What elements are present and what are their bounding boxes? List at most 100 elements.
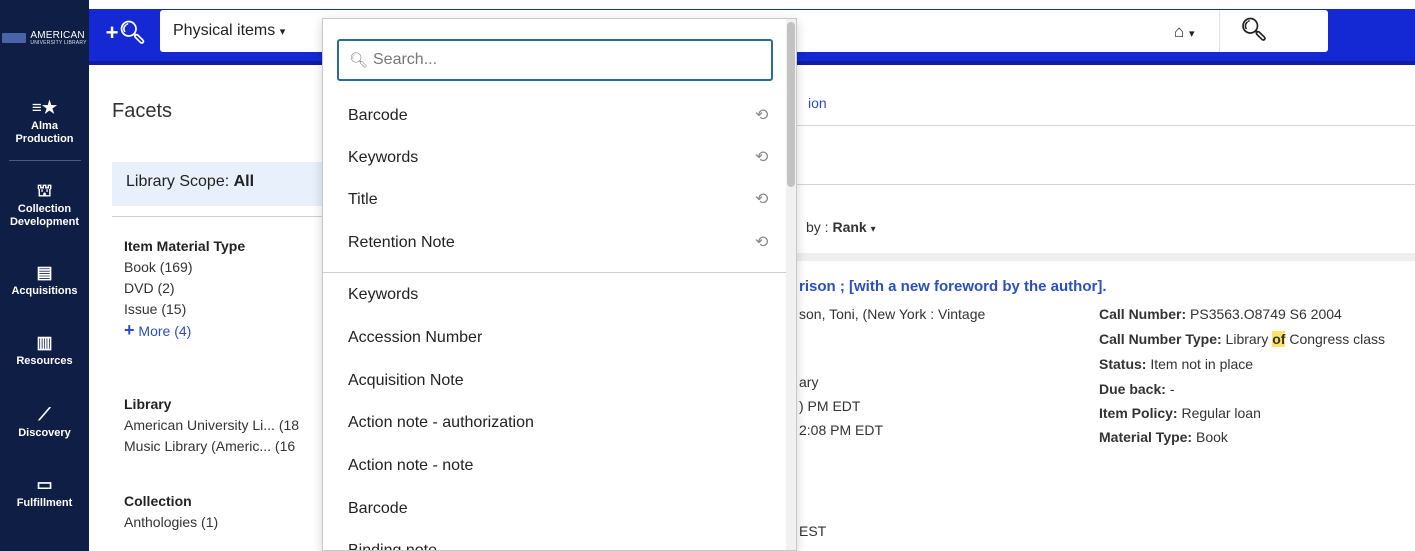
rail-item-label: Discovery: [18, 427, 71, 439]
sort-control[interactable]: by : Rank ▾: [806, 219, 876, 235]
facet-item[interactable]: Anthologies (1): [124, 512, 218, 533]
detail-label: Material Type:: [1099, 429, 1193, 445]
detail-item-policy: Item Policy: Regular loan: [1099, 405, 1261, 421]
record-line: ) PM EDT: [799, 398, 861, 414]
caret-down-icon: ▾: [870, 224, 876, 235]
library-scope-filter[interactable]: Library Scope: All: [112, 162, 324, 206]
recent-field-item[interactable]: Barcode: [348, 107, 408, 125]
rail-item-resources[interactable]: ▥ Resources: [0, 323, 89, 393]
starred-list-icon: ≡★: [31, 98, 58, 117]
field-option[interactable]: Action note - note: [348, 457, 473, 475]
detail-label: Item Policy:: [1099, 405, 1178, 421]
rail-item-label: Fulfillment: [16, 497, 73, 509]
recent-field-item[interactable]: Keywords: [348, 149, 418, 167]
dropdown-scrollbar[interactable]: [786, 19, 796, 550]
field-option[interactable]: Action note - authorization: [348, 414, 534, 432]
ledger-icon: ▤: [36, 263, 53, 282]
divider: [794, 125, 1415, 126]
caret-down-icon: ▾: [1189, 28, 1195, 40]
rail-item-label: Alma Production: [15, 120, 74, 145]
facet-group-title[interactable]: Item Material Type: [124, 236, 245, 257]
detail-call-number: Call Number: PS3563.O8749 S6 2004: [1099, 306, 1342, 322]
field-option[interactable]: Keywords: [348, 286, 418, 304]
sort-label: by :: [806, 219, 829, 235]
detail-value: PS3563.O8749 S6 2004: [1190, 306, 1342, 322]
facets-panel: Facets Library Scope: All Item Material …: [89, 76, 324, 551]
field-option[interactable]: Binding note: [348, 542, 437, 550]
detail-value: -: [1169, 381, 1175, 397]
history-icon: ⟲: [755, 191, 769, 208]
archive-box-icon: ▭: [36, 475, 53, 494]
library-scope-label: Library Scope:: [126, 173, 230, 190]
telescope-icon: ⟋: [38, 405, 51, 424]
field-option[interactable]: Accession Number: [348, 329, 482, 347]
home-scope-dropdown[interactable]: ⌂ ▾: [1174, 22, 1195, 42]
home-icon: ⌂: [1174, 22, 1185, 41]
detail-value: Congress class: [1285, 331, 1386, 347]
facet-group-title[interactable]: Library: [124, 394, 299, 415]
library-scope-value: All: [233, 173, 255, 190]
logo-book-icon: [2, 33, 27, 43]
library-logo[interactable]: AMERICAN UNIVERSITY LIBRARY: [0, 0, 89, 76]
detail-value: Book: [1196, 429, 1228, 445]
rail-item-fulfillment[interactable]: ▭ Fulfillment: [0, 463, 89, 533]
facets-title: Facets: [112, 100, 173, 122]
search-icon: 🔍︎: [349, 52, 369, 69]
facet-item[interactable]: American University Li... (18: [124, 415, 299, 436]
logo-subtext: UNIVERSITY LIBRARY: [30, 39, 87, 46]
detail-label: Due back:: [1099, 381, 1166, 397]
field-option[interactable]: Barcode: [348, 500, 408, 518]
sort-value: Rank: [832, 219, 867, 235]
detail-call-number-type: Call Number Type: Library of Congress cl…: [1099, 331, 1385, 347]
detail-value: Regular loan: [1181, 405, 1261, 421]
app-rail: AMERICAN UNIVERSITY LIBRARY ≡★ Alma Produ…: [0, 0, 89, 551]
record-author: son, Toni, (New York : Vintage: [799, 306, 986, 322]
caret-down-icon: ▾: [279, 26, 286, 38]
detail-value: Item not in place: [1150, 356, 1254, 372]
detail-label: Call Number:: [1099, 306, 1187, 322]
facet-group-material-type: Item Material Type Book (169) DVD (2) Is…: [124, 236, 245, 342]
rail-item-label: Resources: [16, 355, 73, 367]
record-title[interactable]: rison ; [with a new foreword by the auth…: [799, 278, 1107, 295]
field-option[interactable]: Acquisition Note: [348, 372, 464, 390]
recent-field-item[interactable]: Title: [348, 191, 378, 209]
rail-item-label: Acquisitions: [11, 285, 78, 297]
facet-more-link[interactable]: + More (4): [124, 320, 245, 342]
search-scope-label: Physical items: [173, 22, 276, 39]
rail-item-collection-development[interactable]: ⛫ Collection Development: [0, 161, 89, 253]
record-line: EST: [799, 523, 827, 539]
detail-label: Call Number Type:: [1099, 331, 1222, 347]
field-search-input[interactable]: [373, 48, 763, 72]
facet-item[interactable]: Issue (15): [124, 299, 245, 320]
search-scope-dropdown[interactable]: Physical items ▾: [173, 22, 285, 40]
divider: [323, 272, 786, 273]
search-submit-icon[interactable]: 🔍︎: [1240, 17, 1268, 43]
divider: [794, 253, 1415, 261]
history-icon: ⟲: [755, 234, 769, 251]
detail-due-back: Due back: -: [1099, 381, 1174, 397]
facet-group-title[interactable]: Collection: [124, 491, 218, 512]
facet-item[interactable]: Music Library (Americ... (16: [124, 436, 299, 457]
rail-item-acquisitions[interactable]: ▤ Acquisitions: [0, 253, 89, 323]
record-line: ary: [799, 374, 819, 390]
rail-item-alma-production[interactable]: ≡★ Alma Production: [0, 76, 89, 160]
rail-item-label: Collection Development: [9, 203, 80, 228]
history-icon: ⟲: [755, 149, 769, 166]
rail-item-discovery[interactable]: ⟋ Discovery: [0, 393, 89, 463]
field-search-box[interactable]: 🔍︎: [337, 39, 773, 81]
breadcrumb-fragment[interactable]: ion: [808, 95, 827, 111]
facet-group-library: Library American University Li... (18 Mu…: [124, 394, 299, 457]
scrollbar-thumb[interactable]: [787, 22, 795, 187]
detail-label: Status:: [1099, 356, 1147, 372]
recent-field-item[interactable]: Retention Note: [348, 234, 455, 252]
record-line: 2:08 PM EDT: [799, 422, 884, 438]
books-icon: ▥: [36, 333, 53, 352]
facet-item[interactable]: DVD (2): [124, 278, 245, 299]
facet-group-collection: Collection Anthologies (1): [124, 491, 218, 533]
facet-item[interactable]: Book (169): [124, 257, 245, 278]
new-search-icon[interactable]: +🔍︎: [106, 18, 147, 48]
detail-status: Status: Item not in place: [1099, 356, 1253, 372]
divider: [1219, 10, 1220, 52]
history-icon: ⟲: [755, 107, 769, 124]
plus-icon: +: [124, 320, 135, 340]
